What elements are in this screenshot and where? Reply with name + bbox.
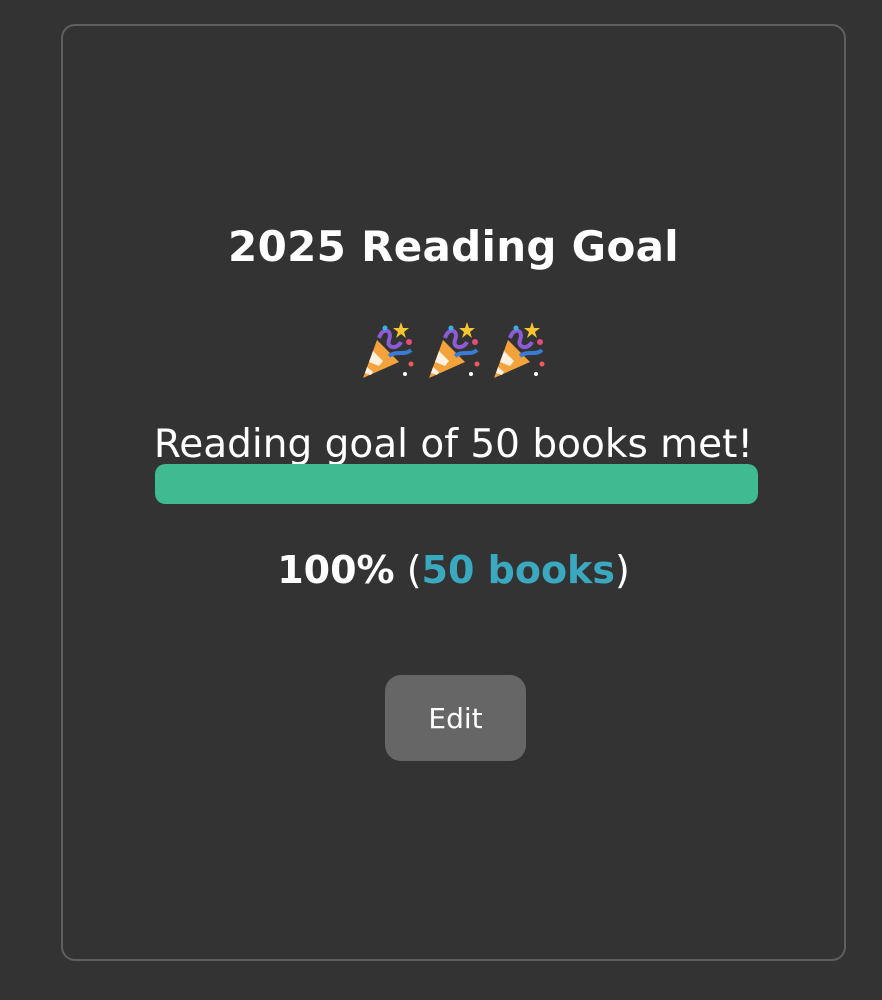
party-popper-icon	[490, 320, 548, 382]
celebration-emojis	[63, 320, 844, 382]
books-count-link[interactable]: 50 books	[422, 548, 615, 592]
goal-met-message: Reading goal of 50 books met!	[153, 422, 754, 467]
goal-title: 2025 Reading Goal	[228, 222, 679, 271]
party-popper-icon	[425, 320, 483, 382]
goal-progress-stats: 100% (50 books)	[63, 548, 844, 592]
paren-close: )	[614, 548, 630, 592]
progress-bar-fill	[155, 464, 758, 504]
progress-percent: 100%	[277, 548, 395, 592]
reading-goal-card: 2025 Reading Goal Reading goal of 50 boo…	[61, 24, 846, 961]
paren-open: (	[394, 548, 422, 592]
progress-bar	[155, 464, 758, 504]
edit-goal-button[interactable]: Edit	[385, 675, 526, 761]
party-popper-icon	[359, 320, 417, 382]
